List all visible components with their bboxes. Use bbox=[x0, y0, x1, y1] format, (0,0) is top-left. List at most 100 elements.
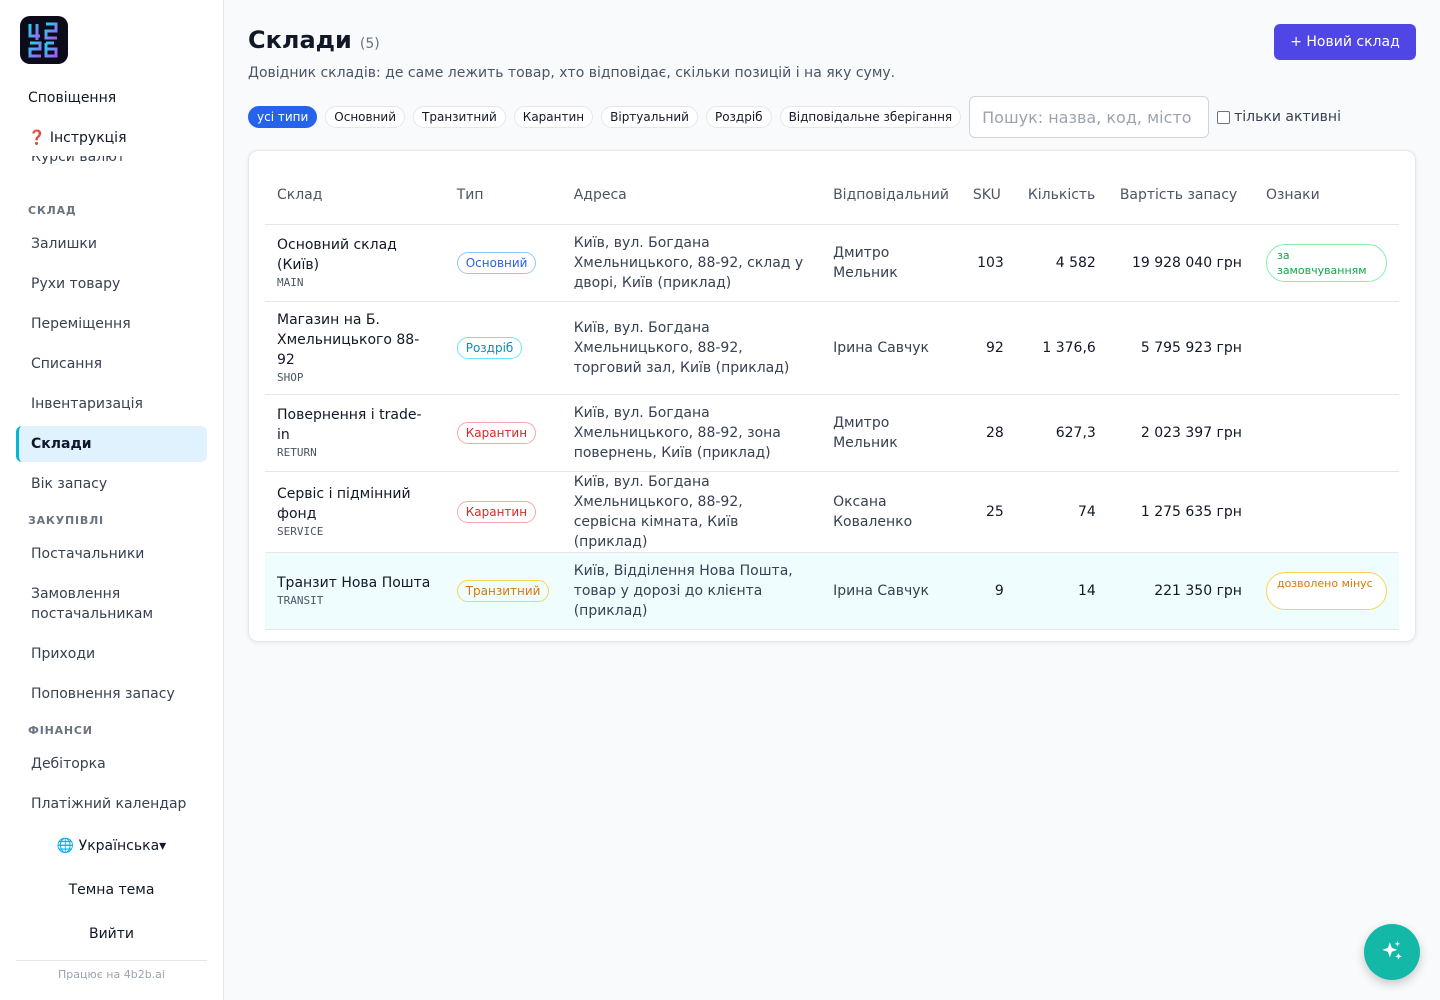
search-input[interactable] bbox=[969, 96, 1210, 138]
warehouse-code: SHOP bbox=[277, 370, 304, 384]
powered-by[interactable]: Працює на 4b2b.ai bbox=[16, 968, 207, 981]
cell-type: Основний bbox=[444, 224, 562, 302]
sidebar-item-writeoffs[interactable]: Списання bbox=[16, 346, 207, 382]
new-warehouse-button[interactable]: + Новий склад bbox=[1274, 24, 1416, 60]
type-badge: Карантин bbox=[456, 421, 537, 444]
page-title: Склади bbox=[248, 26, 352, 54]
cell-flags: за замовчуванням bbox=[1253, 224, 1399, 302]
column-header-sku[interactable]: SKU bbox=[960, 167, 1016, 225]
cell-address: Київ, вул. Богдана Хмельницького, 88-92,… bbox=[561, 394, 822, 472]
cell-stock-value: 1 275 635 грн bbox=[1107, 471, 1254, 553]
table-header-row: Склад Тип Адреса Відповідальний SKU Кіль… bbox=[265, 167, 1399, 225]
sidebar-item-receivables[interactable]: Дебіторка bbox=[16, 746, 207, 782]
filter-chip-quarantine[interactable]: Карантин bbox=[513, 106, 594, 128]
cell-quantity: 74 bbox=[1015, 471, 1108, 553]
column-header-quantity[interactable]: Кількість bbox=[1015, 167, 1108, 225]
table-row[interactable]: Основний склад (Київ) MAIN Основний Київ,… bbox=[265, 224, 1399, 302]
sidebar-divider bbox=[16, 960, 207, 961]
cell-warehouse: Повернення і trade-in RETURN bbox=[265, 394, 445, 472]
sidebar-section-title: ЗАКУПІВЛІ bbox=[28, 514, 104, 527]
cell-sku: 103 bbox=[960, 224, 1016, 302]
active-only-label: тільки активні bbox=[1234, 109, 1341, 125]
cell-type: Роздріб bbox=[444, 301, 562, 395]
type-badge: Транзитний bbox=[456, 579, 550, 602]
sidebar-item-purchase-orders[interactable]: Замовлення постачальникам bbox=[16, 576, 207, 632]
type-badge: Основний bbox=[456, 251, 537, 274]
column-header-flags[interactable]: Ознаки bbox=[1253, 167, 1399, 225]
warehouses-card: Склад Тип Адреса Відповідальний SKU Кіль… bbox=[248, 150, 1416, 642]
warehouse-name[interactable]: Магазин на Б. Хмельницького 88-92 bbox=[277, 312, 419, 368]
sidebar-item-notifications[interactable]: Сповіщення bbox=[16, 80, 207, 116]
flag-badge: за замовчуванням bbox=[1265, 243, 1387, 282]
cell-manager: Дмитро Мельник bbox=[821, 394, 961, 472]
sidebar-top-nav: Сповіщення ❓ Інструкція bbox=[16, 80, 207, 156]
sidebar-item-suppliers[interactable]: Постачальники bbox=[16, 536, 207, 572]
warehouse-name[interactable]: Повернення і trade-in bbox=[277, 407, 422, 443]
warehouse-name[interactable]: Транзит Нова Пошта bbox=[277, 575, 430, 591]
cell-stock-value: 2 023 397 грн bbox=[1107, 394, 1254, 472]
sidebar-item-instructions[interactable]: ❓ Інструкція bbox=[16, 120, 207, 156]
type-badge: Карантин bbox=[456, 500, 537, 523]
language-select[interactable]: 🌐 Українська▾ bbox=[16, 826, 207, 866]
type-badge: Роздріб bbox=[456, 336, 523, 359]
column-header-warehouse[interactable]: Склад bbox=[265, 167, 445, 225]
cell-stock-value: 5 795 923 грн bbox=[1107, 301, 1254, 395]
filter-chip-retail[interactable]: Роздріб bbox=[705, 106, 772, 128]
filter-chip-custody[interactable]: Відповідальне зберігання bbox=[779, 106, 962, 128]
assistant-fab-button[interactable] bbox=[1364, 924, 1420, 980]
cell-manager: Оксана Коваленко bbox=[821, 471, 961, 553]
column-header-stock-value[interactable]: Вартість запасу bbox=[1107, 167, 1254, 225]
table-row[interactable]: Транзит Нова Пошта TRANSIT Транзитний Киї… bbox=[265, 552, 1399, 630]
cell-sku: 9 bbox=[960, 552, 1016, 630]
cell-address: Київ, вул. Богдана Хмельницького, 88-92,… bbox=[561, 301, 822, 395]
warehouses-table: Склад Тип Адреса Відповідальний SKU Кіль… bbox=[265, 167, 1399, 630]
sidebar-item-receipts[interactable]: Приходи bbox=[16, 636, 207, 672]
filter-bar: усі типи Основний Транзитний Карантин Ві… bbox=[248, 96, 1341, 138]
filter-chip-transit[interactable]: Транзитний bbox=[413, 106, 506, 128]
cell-stock-value: 19 928 040 грн bbox=[1107, 224, 1254, 302]
sidebar-item-stock-age[interactable]: Вік запасу bbox=[16, 466, 207, 502]
sidebar-item-transfers[interactable]: Переміщення bbox=[16, 306, 207, 342]
sidebar-scroll-area[interactable]: Курси валют СКЛАД Залишки Рухи товару Пе… bbox=[16, 156, 207, 822]
active-only-filter[interactable]: тільки активні bbox=[1217, 109, 1341, 125]
cell-address: Київ, вул. Богдана Хмельницького, 88-92,… bbox=[561, 224, 822, 302]
cell-manager: Ірина Савчук bbox=[821, 301, 961, 395]
sidebar-item-payment-calendar[interactable]: Платіжний календар bbox=[16, 786, 207, 822]
filter-chip-virtual[interactable]: Віртуальний bbox=[601, 106, 698, 128]
cell-quantity: 14 bbox=[1015, 552, 1108, 630]
sidebar-item-stock[interactable]: Залишки bbox=[16, 226, 207, 262]
warehouse-code: SERVICE bbox=[277, 524, 324, 538]
cell-stock-value: 221 350 грн bbox=[1107, 552, 1254, 630]
brand-logo[interactable] bbox=[20, 16, 68, 64]
table-row[interactable]: Магазин на Б. Хмельницького 88-92 SHOP Ро… bbox=[265, 301, 1399, 395]
column-header-type[interactable]: Тип bbox=[444, 167, 562, 225]
warehouse-code: TRANSIT bbox=[277, 593, 324, 607]
cell-type: Карантин bbox=[444, 471, 562, 553]
sidebar-item-replenishment[interactable]: Поповнення запасу bbox=[16, 676, 207, 712]
cell-warehouse: Основний склад (Київ) MAIN bbox=[265, 224, 445, 302]
column-header-address[interactable]: Адреса bbox=[561, 167, 822, 225]
theme-toggle[interactable]: Темна тема bbox=[16, 870, 207, 910]
sidebar-item-warehouses[interactable]: Склади bbox=[16, 426, 207, 462]
filter-chip-main[interactable]: Основний bbox=[325, 106, 406, 128]
warehouse-name[interactable]: Сервіс і підмінний фонд bbox=[277, 486, 411, 522]
filter-chip-all[interactable]: усі типи bbox=[248, 106, 318, 128]
cell-flags bbox=[1253, 471, 1399, 553]
sidebar-section-title: СКЛАД bbox=[28, 204, 77, 217]
cell-type: Транзитний bbox=[444, 552, 562, 630]
sidebar-item-movements[interactable]: Рухи товару bbox=[16, 266, 207, 302]
warehouse-code: RETURN bbox=[277, 445, 317, 459]
column-header-manager[interactable]: Відповідальний bbox=[821, 167, 961, 225]
active-only-checkbox[interactable] bbox=[1217, 110, 1231, 124]
cell-flags: дозволено мінус bbox=[1253, 552, 1399, 630]
table-row[interactable]: Сервіс і підмінний фонд SERVICE Карантин … bbox=[265, 471, 1399, 553]
page-header: Склади (5) bbox=[248, 26, 380, 54]
sidebar-item-currency-rates[interactable]: Курси валют bbox=[16, 156, 207, 176]
cell-quantity: 627,3 bbox=[1015, 394, 1108, 472]
sidebar-item-inventory[interactable]: Інвентаризація bbox=[16, 386, 207, 422]
sparkles-icon bbox=[1382, 941, 1402, 960]
warehouse-name[interactable]: Основний склад (Київ) bbox=[277, 237, 397, 273]
cell-address: Київ, вул. Богдана Хмельницького, 88-92,… bbox=[561, 471, 822, 553]
table-row[interactable]: Повернення і trade-in RETURN Карантин Киї… bbox=[265, 394, 1399, 472]
logout-button[interactable]: Вийти bbox=[16, 914, 207, 954]
